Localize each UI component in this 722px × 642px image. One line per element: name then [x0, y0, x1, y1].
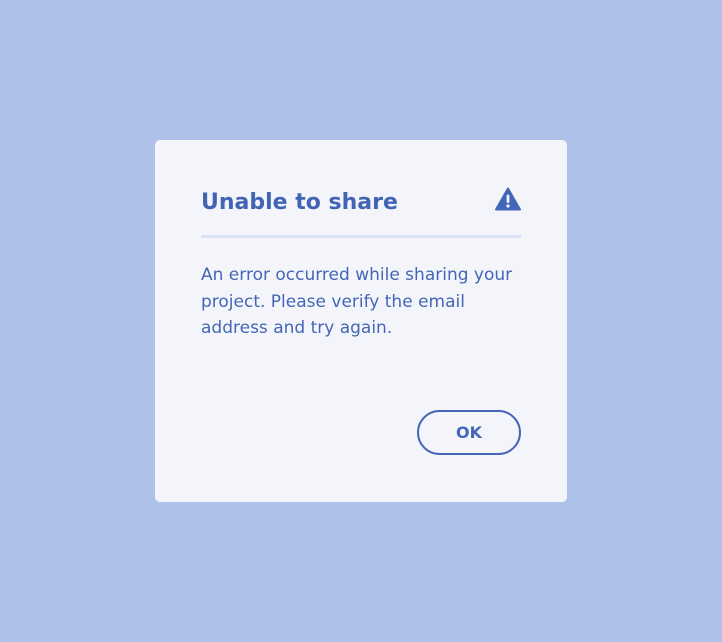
error-dialog: Unable to share An error occurred while … [155, 140, 567, 502]
dialog-message: An error occurred while sharing your pro… [201, 265, 513, 338]
header-divider [201, 235, 521, 238]
ok-button[interactable]: OK [417, 410, 521, 455]
modal-backdrop: Unable to share An error occurred while … [0, 0, 722, 642]
dialog-title: Unable to share [201, 190, 398, 215]
alert-triangle-icon [495, 187, 521, 211]
dialog-header: Unable to share [201, 186, 521, 222]
